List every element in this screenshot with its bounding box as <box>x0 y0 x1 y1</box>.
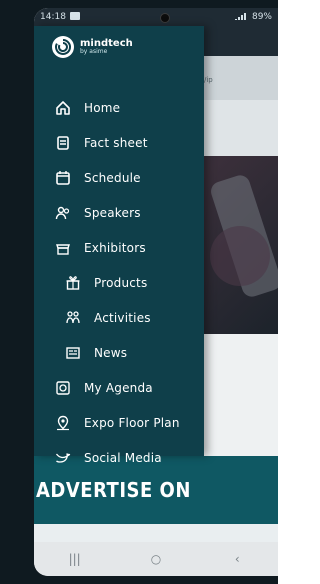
menu-label: Schedule <box>84 170 141 185</box>
recent-apps-button[interactable]: ||| <box>55 552 95 566</box>
menu-item-social-media[interactable]: Social Media <box>34 440 204 475</box>
menu-label: Expo Floor Plan <box>84 415 180 430</box>
menu-label: Home <box>84 100 121 115</box>
menu-item-my-agenda[interactable]: My Agenda <box>34 370 204 405</box>
advertise-label: ADVERTISE ON <box>36 478 191 502</box>
document-icon <box>54 134 72 152</box>
people-icon <box>54 204 72 222</box>
device: 14:18 89% /ip ADVERTISE ON mindtech by a… <box>0 0 278 584</box>
menu-item-schedule[interactable]: Schedule <box>34 160 204 195</box>
drawer-menu: Home Fact sheet Schedule Speakers Exhibi… <box>34 90 204 475</box>
menu-item-home[interactable]: Home <box>34 90 204 125</box>
home-icon <box>54 99 72 117</box>
menu-item-speakers[interactable]: Speakers <box>34 195 204 230</box>
battery-level: 89% <box>251 12 272 22</box>
menu-label: My Agenda <box>84 380 153 395</box>
news-icon <box>64 344 82 362</box>
menu-item-exhibitors[interactable]: Exhibitors <box>34 230 204 265</box>
app-logo: mindtech by asime <box>52 36 133 58</box>
menu-item-expo-floor-plan[interactable]: Expo Floor Plan <box>34 405 204 440</box>
screen: 14:18 89% /ip ADVERTISE ON mindtech by a… <box>34 8 278 576</box>
content-snippet: /ip <box>204 76 213 84</box>
status-time: 14:18 <box>40 12 66 22</box>
signal-icon <box>234 12 248 23</box>
location-pin-icon <box>54 414 72 432</box>
menu-item-products[interactable]: Products <box>34 265 204 300</box>
activities-icon <box>64 309 82 327</box>
menu-item-activities[interactable]: Activities <box>34 300 204 335</box>
menu-item-fact-sheet[interactable]: Fact sheet <box>34 125 204 160</box>
home-button[interactable]: ○ <box>136 552 176 566</box>
front-camera <box>160 13 170 23</box>
menu-label: Fact sheet <box>84 135 148 150</box>
calendar-icon <box>54 169 72 187</box>
menu-item-news[interactable]: News <box>34 335 204 370</box>
gift-icon <box>64 274 82 292</box>
logo-icon <box>52 36 74 58</box>
menu-label: Speakers <box>84 205 141 220</box>
notification-icon <box>69 11 80 23</box>
content-footer <box>34 524 278 542</box>
store-icon <box>54 239 72 257</box>
menu-label: Exhibitors <box>84 240 146 255</box>
menu-label: Activities <box>94 310 151 325</box>
menu-label: News <box>94 345 128 360</box>
back-button[interactable]: ‹ <box>217 552 257 566</box>
social-media-icon <box>54 449 72 467</box>
agenda-icon <box>54 379 72 397</box>
status-bar: 14:18 89% <box>34 8 278 26</box>
menu-label: Products <box>94 275 148 290</box>
system-navigation-bar: ||| ○ ‹ <box>34 542 278 576</box>
navigation-drawer: mindtech by asime Home Fact sheet Schedu… <box>34 26 204 465</box>
logo-subtitle: by asime <box>80 48 108 55</box>
menu-label: Social Media <box>84 450 162 465</box>
